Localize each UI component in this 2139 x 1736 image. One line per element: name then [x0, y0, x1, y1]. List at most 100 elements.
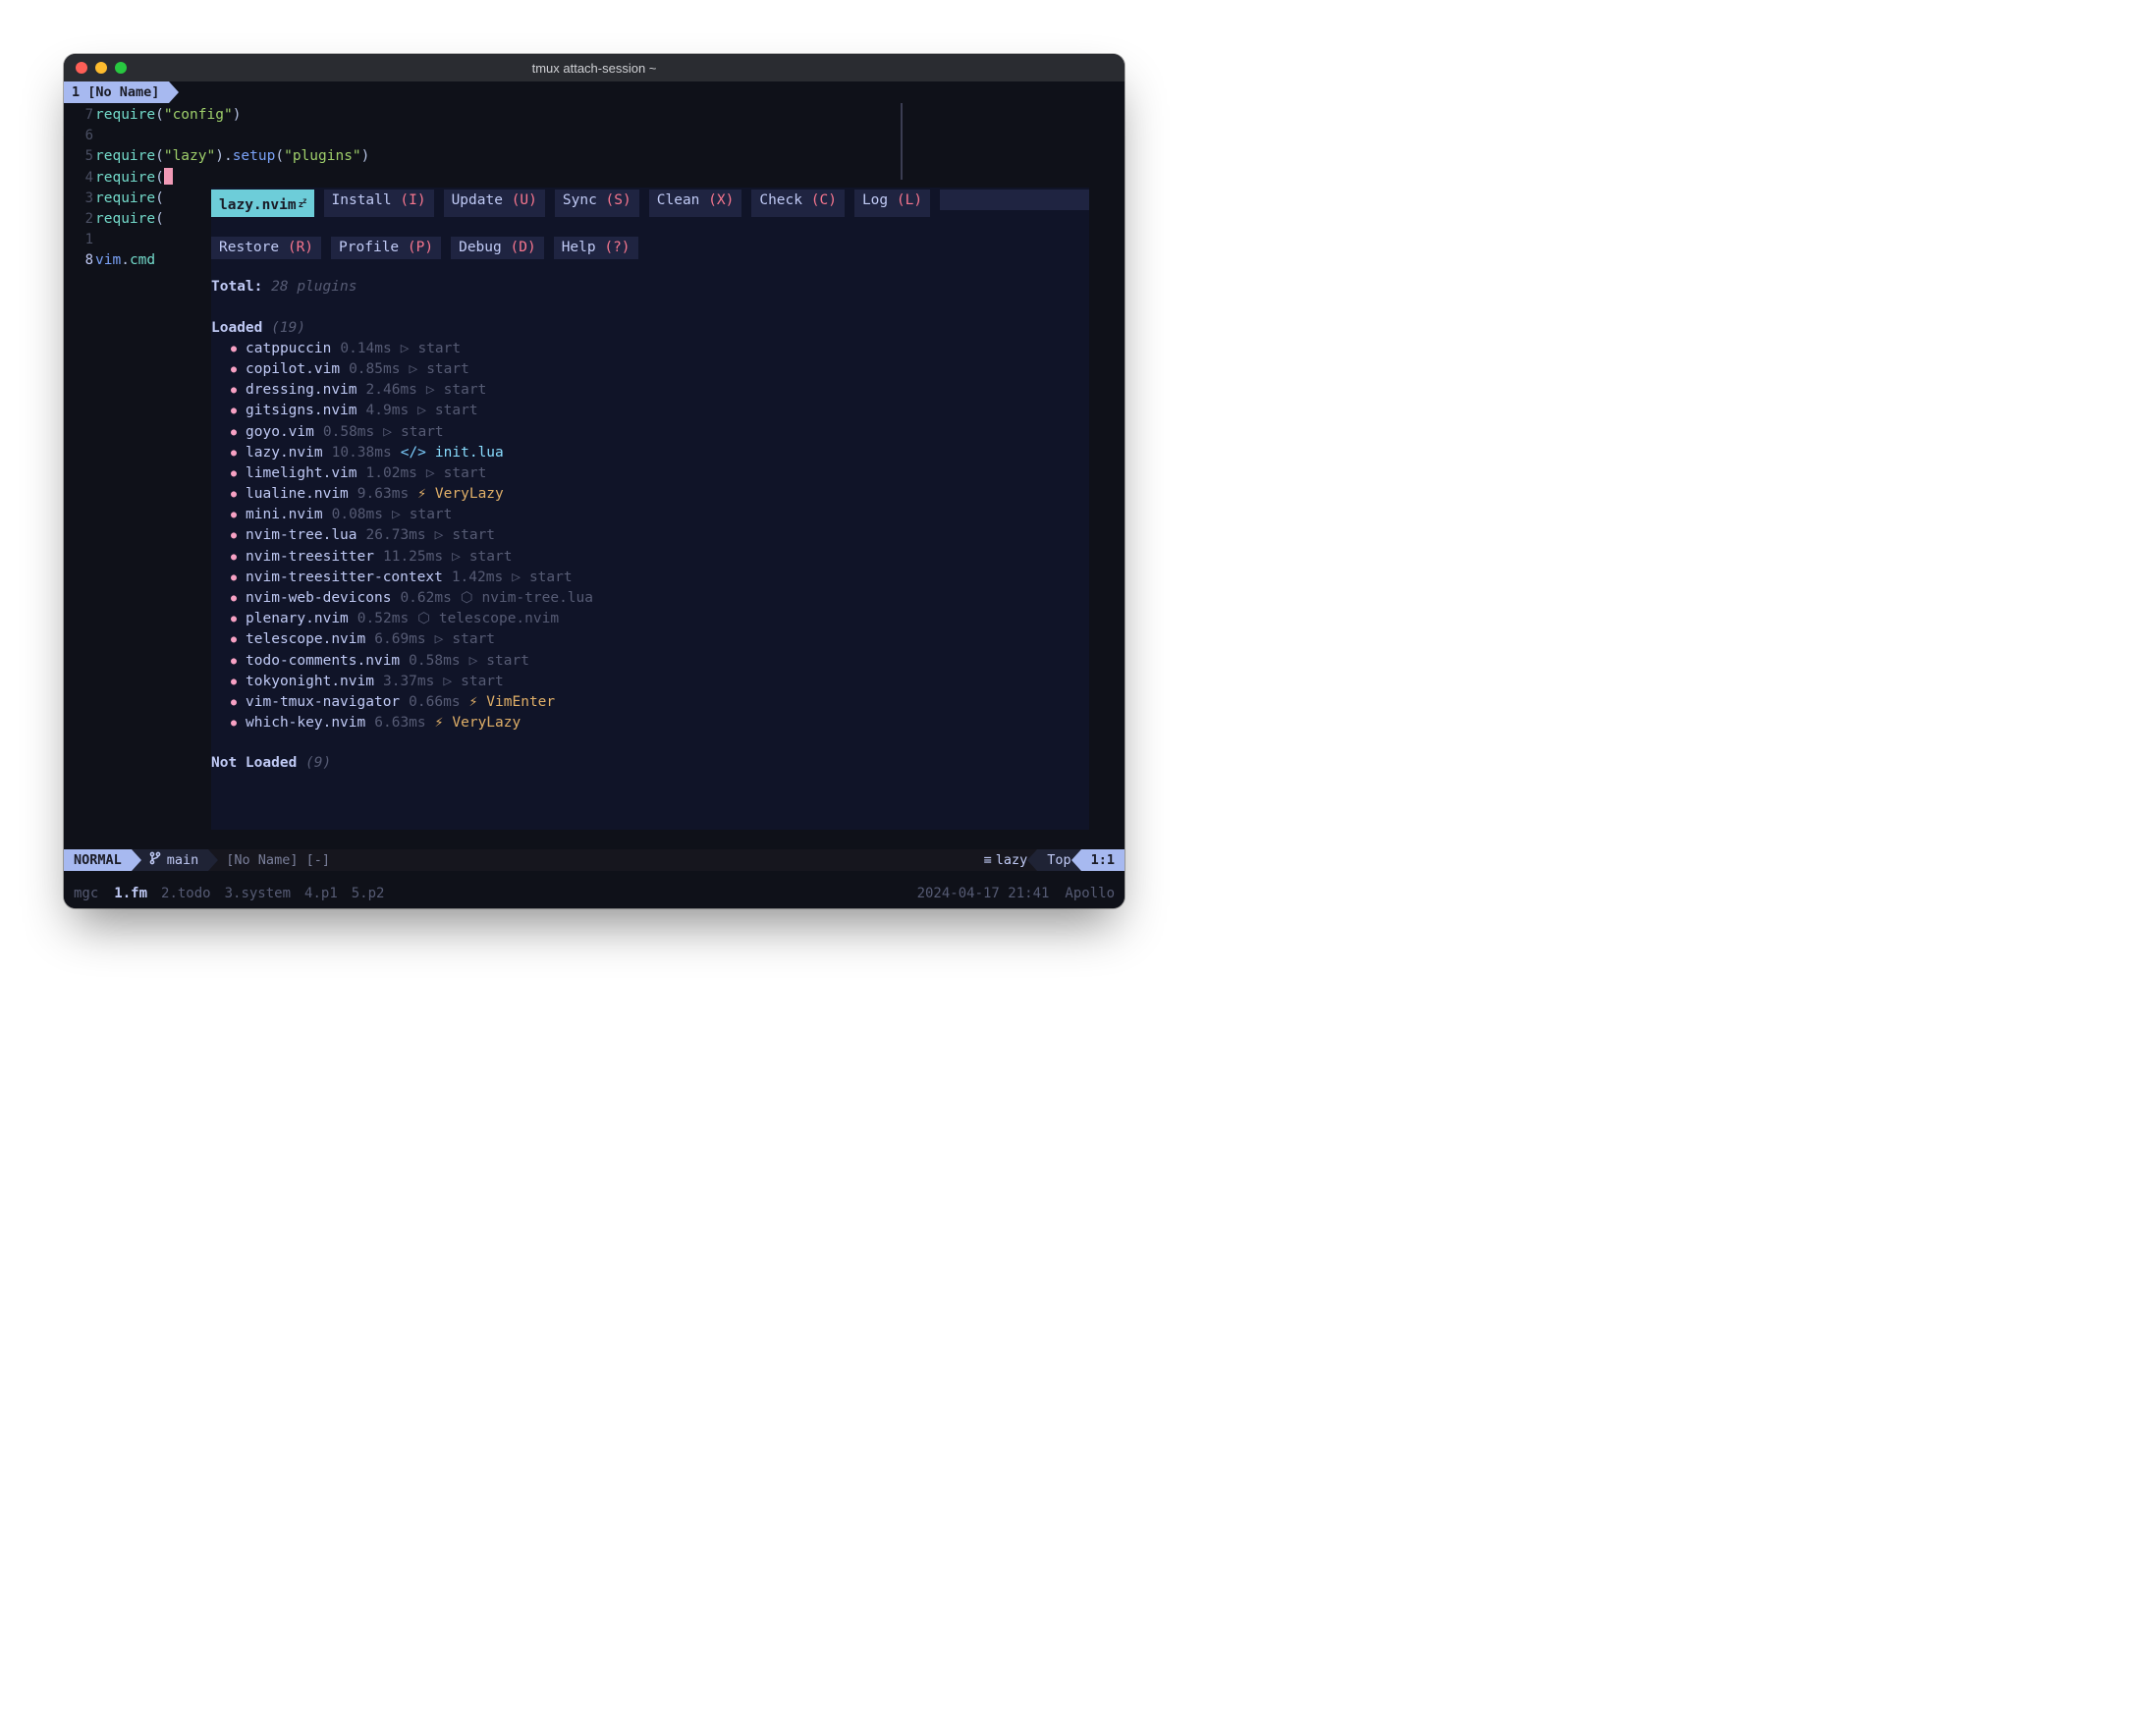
editor[interactable]: 7 6 5 4 3 2 1 8 require("config") requir…	[64, 103, 1124, 849]
plugin-row[interactable]: ●catppuccin0.14ms▷start	[231, 339, 1089, 359]
plugin-name: which-key.nvim	[246, 713, 365, 733]
tmux-window[interactable]: 1.fm	[114, 886, 147, 901]
notloaded-count: (9)	[305, 755, 331, 771]
lazy-tab-log[interactable]: Log (L)	[854, 190, 930, 217]
plugin-time: 2.46ms	[366, 380, 417, 401]
plugin-row[interactable]: ●nvim-treesitter-context1.42ms▷start	[231, 568, 1089, 588]
plugin-name: tokyonight.nvim	[246, 672, 374, 692]
plugin-event: nvim-tree.lua	[482, 588, 594, 609]
plugin-row[interactable]: ●limelight.vim1.02ms▷start	[231, 463, 1089, 484]
bullet-icon: ●	[231, 422, 237, 443]
plugin-name: catppuccin	[246, 339, 331, 359]
bullet-icon: ●	[231, 443, 237, 463]
plugin-row[interactable]: ●vim-tmux-navigator0.66ms⚡︎VimEnter	[231, 692, 1089, 713]
plugin-name: goyo.vim	[246, 422, 314, 443]
lazy-tab-filler	[940, 190, 1089, 210]
plugin-row[interactable]: ●lualine.nvim9.63ms⚡︎VeryLazy	[231, 484, 1089, 505]
plugin-row[interactable]: ●goyo.vim0.58ms▷start	[231, 422, 1089, 443]
code-area[interactable]: require("config") require("lazy").setup(…	[95, 103, 1124, 849]
lazy-panel[interactable]: lazy.nvimzz Install (I) Update (U) Sync …	[211, 188, 1089, 830]
package-icon: ⬡	[461, 588, 473, 609]
titlebar[interactable]: tmux attach-session ~	[64, 54, 1124, 81]
menu-icon: ≡	[984, 852, 990, 868]
bullet-icon: ●	[231, 505, 237, 525]
plugin-name: copilot.vim	[246, 359, 340, 380]
tab-index: 1	[72, 84, 80, 100]
plugin-event: start	[486, 651, 529, 672]
lazy-tab-home[interactable]: lazy.nvimzz	[211, 190, 314, 217]
play-icon: ▷	[512, 568, 521, 588]
tmux-host: Apollo	[1065, 886, 1115, 901]
play-icon: ▷	[392, 505, 401, 525]
lazy-tab-check[interactable]: Check (C)	[751, 190, 845, 217]
plugin-row[interactable]: ●nvim-tree.lua26.73ms▷start	[231, 525, 1089, 546]
plugin-row[interactable]: ●mini.nvim0.08ms▷start	[231, 505, 1089, 525]
lazy-tab-help[interactable]: Help (?)	[554, 237, 638, 259]
plugin-name: nvim-web-devicons	[246, 588, 391, 609]
plugin-name: nvim-treesitter-context	[246, 568, 443, 588]
lazy-tab-profile[interactable]: Profile (P)	[331, 237, 441, 259]
play-icon: ▷	[409, 359, 417, 380]
plugin-name: todo-comments.nvim	[246, 651, 400, 672]
play-icon: ▷	[417, 401, 426, 421]
cursor	[164, 168, 173, 185]
terminal-window: tmux attach-session ~ 1 [No Name] 7 6 5 …	[64, 54, 1124, 908]
plugin-time: 6.63ms	[374, 713, 425, 733]
plugin-row[interactable]: ●lazy.nvim10.38ms</>init.lua	[231, 443, 1089, 463]
plugin-name: lualine.nvim	[246, 484, 349, 505]
lazy-tab-clean[interactable]: Clean (X)	[649, 190, 742, 217]
plugin-time: 0.66ms	[409, 692, 460, 713]
bullet-icon: ●	[231, 339, 237, 359]
plugin-row[interactable]: ●telescope.nvim6.69ms▷start	[231, 629, 1089, 650]
plugin-event: start	[469, 547, 513, 568]
plugin-event: start	[410, 505, 453, 525]
plugin-event: VeryLazy	[452, 713, 521, 733]
scrollbar-indicator	[901, 103, 903, 180]
sleep-icon: zz	[299, 200, 306, 210]
lazy-tab-install[interactable]: Install (I)	[324, 190, 434, 217]
tmux-window[interactable]: 3.system	[225, 886, 291, 901]
plugin-time: 4.9ms	[366, 401, 410, 421]
plugin-event: init.lua	[435, 443, 504, 463]
plugin-event: start	[444, 463, 487, 484]
plugin-row[interactable]: ●nvim-web-devicons0.62ms⬡nvim-tree.lua	[231, 588, 1089, 609]
plugin-time: 10.38ms	[332, 443, 392, 463]
plugin-row[interactable]: ●dressing.nvim2.46ms▷start	[231, 380, 1089, 401]
plugin-name: nvim-tree.lua	[246, 525, 357, 546]
mode-indicator: NORMAL	[64, 849, 132, 871]
lazy-tabs: lazy.nvimzz Install (I) Update (U) Sync …	[211, 188, 1089, 259]
bolt-icon: ⚡︎	[469, 692, 478, 713]
plugin-time: 26.73ms	[366, 525, 426, 546]
plugin-row[interactable]: ●tokyonight.nvim3.37ms▷start	[231, 672, 1089, 692]
tmux-window[interactable]: 5.p2	[352, 886, 385, 901]
play-icon: ▷	[383, 422, 392, 443]
tmux-statusbar: mgc 1.fm2.todo3.system4.p15.p2 2024-04-1…	[64, 871, 1124, 908]
play-icon: ▷	[452, 547, 461, 568]
plugin-row[interactable]: ●todo-comments.nvim0.58ms▷start	[231, 651, 1089, 672]
lazy-tab-update[interactable]: Update (U)	[444, 190, 545, 217]
play-icon: ▷	[426, 463, 435, 484]
plugin-list: ●catppuccin0.14ms▷start●copilot.vim0.85m…	[211, 339, 1089, 734]
plugin-name: gitsigns.nvim	[246, 401, 357, 421]
buffer-tab-active[interactable]: 1 [No Name]	[64, 81, 169, 103]
plugin-row[interactable]: ●copilot.vim0.85ms▷start	[231, 359, 1089, 380]
plugin-name: limelight.vim	[246, 463, 357, 484]
bullet-icon: ●	[231, 401, 237, 421]
cursor-position: 1:1	[1081, 849, 1124, 871]
plugin-name: mini.nvim	[246, 505, 323, 525]
play-icon: ▷	[469, 651, 478, 672]
tmux-session[interactable]: mgc	[74, 886, 98, 901]
lazy-tab-restore[interactable]: Restore (R)	[211, 237, 321, 259]
plugin-name: dressing.nvim	[246, 380, 357, 401]
bullet-icon: ●	[231, 713, 237, 733]
plugin-row[interactable]: ●plenary.nvim0.52ms⬡telescope.nvim	[231, 609, 1089, 629]
plugin-row[interactable]: ●which-key.nvim6.63ms⚡︎VeryLazy	[231, 713, 1089, 733]
total-label: Total:	[211, 279, 262, 295]
play-icon: ▷	[401, 339, 410, 359]
lazy-tab-debug[interactable]: Debug (D)	[451, 237, 544, 259]
plugin-row[interactable]: ●nvim-treesitter11.25ms▷start	[231, 547, 1089, 568]
lazy-tab-sync[interactable]: Sync (S)	[555, 190, 639, 217]
plugin-row[interactable]: ●gitsigns.nvim4.9ms▷start	[231, 401, 1089, 421]
tmux-window[interactable]: 4.p1	[304, 886, 338, 901]
tmux-window[interactable]: 2.todo	[161, 886, 211, 901]
